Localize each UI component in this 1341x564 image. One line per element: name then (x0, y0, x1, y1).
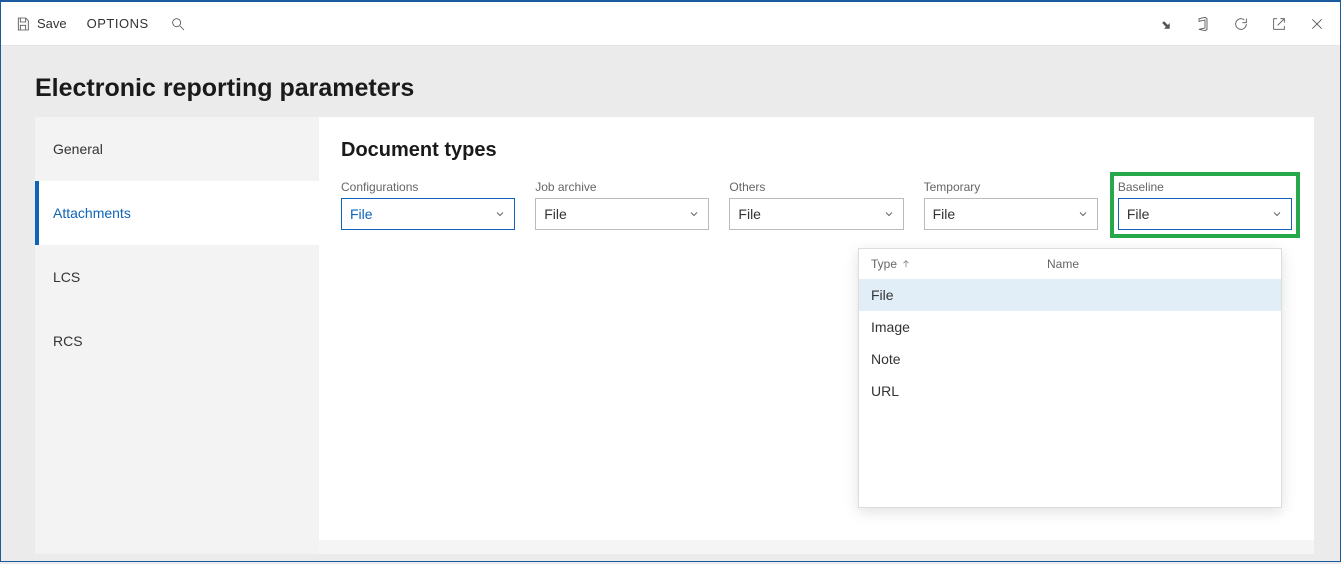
combo-configurations-value: File (350, 206, 373, 222)
combo-baseline-value: File (1127, 206, 1150, 222)
attach-button[interactable] (1156, 15, 1174, 33)
dropdown-row-url[interactable]: URL (859, 375, 1281, 407)
dropdown-col-name[interactable]: Name (1047, 257, 1269, 271)
office-button[interactable] (1194, 15, 1212, 33)
combo-temporary[interactable]: File (924, 198, 1098, 230)
combo-job-archive-value: File (544, 206, 567, 222)
popout-icon (1271, 16, 1287, 32)
save-icon (15, 16, 31, 32)
field-baseline: Baseline File (1118, 180, 1292, 230)
chevron-down-icon (1077, 208, 1089, 220)
field-others: Others File (729, 180, 903, 230)
combo-configurations[interactable]: File (341, 198, 515, 230)
dropdown-row-image[interactable]: Image (859, 311, 1281, 343)
attach-icon (1157, 16, 1173, 32)
label-job-archive: Job archive (535, 180, 709, 194)
dropdown-header: Type Name (859, 249, 1281, 279)
sort-asc-icon (901, 259, 911, 269)
label-temporary: Temporary (924, 180, 1098, 194)
label-baseline: Baseline (1118, 180, 1292, 194)
dropdown-empty-space (859, 407, 1281, 507)
page-title: Electronic reporting parameters (1, 46, 1340, 117)
close-button[interactable] (1308, 15, 1326, 33)
combo-others-value: File (738, 206, 761, 222)
office-icon (1195, 16, 1211, 32)
dropdown-row-file-type: File (871, 287, 1047, 303)
search-button[interactable] (169, 15, 187, 33)
dropdown-row-image-type: Image (871, 319, 1047, 335)
dropdown-lookup: Type Name File Image Note URL (858, 248, 1282, 508)
label-others: Others (729, 180, 903, 194)
refresh-icon (1233, 16, 1249, 32)
refresh-button[interactable] (1232, 15, 1250, 33)
field-configurations: Configurations File (341, 180, 515, 230)
save-label: Save (37, 16, 67, 31)
search-icon (170, 16, 186, 32)
tabs: General Attachments LCS RCS (35, 117, 319, 554)
tab-rcs[interactable]: RCS (35, 309, 319, 373)
label-configurations: Configurations (341, 180, 515, 194)
popout-button[interactable] (1270, 15, 1288, 33)
panel-title: Document types (341, 139, 1292, 162)
tab-lcs[interactable]: LCS (35, 245, 319, 309)
toolbar: Save OPTIONS (1, 2, 1340, 46)
tab-general[interactable]: General (35, 117, 319, 181)
dropdown-row-note-type: Note (871, 351, 1047, 367)
save-button[interactable]: Save (15, 16, 67, 32)
dropdown-row-file[interactable]: File (859, 279, 1281, 311)
dropdown-row-note[interactable]: Note (859, 343, 1281, 375)
chevron-down-icon (883, 208, 895, 220)
toolbar-left: Save OPTIONS (15, 15, 187, 33)
panel-scrollbar-area (319, 540, 1314, 554)
chevron-down-icon (494, 208, 506, 220)
fields-row: Configurations File Job archive File Oth… (341, 180, 1292, 230)
combo-temporary-value: File (933, 206, 956, 222)
field-job-archive: Job archive File (535, 180, 709, 230)
chevron-down-icon (688, 208, 700, 220)
dropdown-row-url-type: URL (871, 383, 1047, 399)
chevron-down-icon (1271, 208, 1283, 220)
combo-baseline[interactable]: File (1118, 198, 1292, 230)
dropdown-col-type-label: Type (871, 257, 897, 271)
field-temporary: Temporary File (924, 180, 1098, 230)
combo-job-archive[interactable]: File (535, 198, 709, 230)
dropdown-col-type[interactable]: Type (871, 257, 1047, 271)
options-button[interactable]: OPTIONS (87, 16, 149, 31)
combo-others[interactable]: File (729, 198, 903, 230)
tab-attachments[interactable]: Attachments (35, 181, 319, 245)
toolbar-right (1156, 15, 1326, 33)
close-icon (1309, 16, 1325, 32)
